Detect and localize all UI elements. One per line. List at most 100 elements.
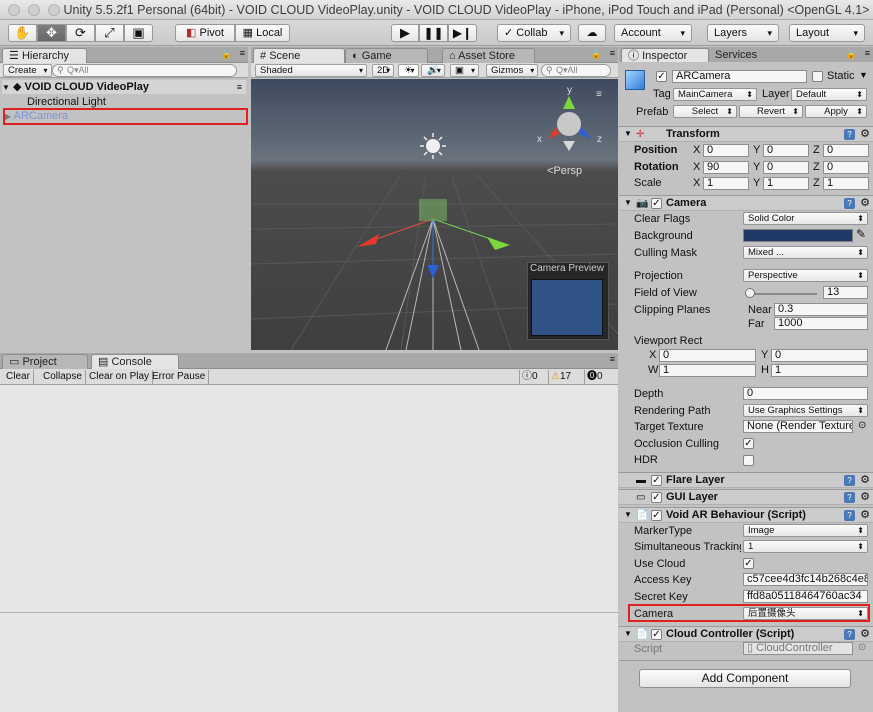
prefab-revert-button[interactable]: Revert [739,105,803,118]
tab-scene[interactable]: # Scene [253,48,345,64]
target-texture-field[interactable]: None (Render Texture [743,420,853,433]
eyedropper-icon[interactable]: ✎ [856,227,866,241]
position-y-input[interactable]: 0 [763,144,809,157]
rotation-y-input[interactable]: 0 [763,161,809,174]
hand-tool[interactable]: ✋ [8,24,37,42]
green-axis-cone[interactable] [487,237,510,250]
viewport-x-input[interactable]: 0 [659,349,756,362]
help-icon[interactable]: ? [844,475,855,486]
tab-project[interactable]: ▭ Project [2,354,88,369]
error-count-toggle[interactable]: ⓿0 [584,370,605,384]
flare-layer-header[interactable]: ▬ ✓ Flare Layer ? ⚙ [619,472,873,488]
culling-mask-dropdown[interactable]: Mixed ... [743,246,868,259]
gear-icon[interactable]: ⚙ [860,627,870,640]
fov-slider-thumb[interactable] [745,288,755,298]
scale-tool[interactable]: ⤢ [95,24,124,42]
camera-gizmo[interactable] [419,199,447,221]
static-dropdown-icon[interactable]: ▼ [859,70,868,80]
rendering-path-dropdown[interactable]: Use Graphics Settings [743,404,868,417]
gear-icon[interactable]: ⚙ [860,508,870,521]
lock-icon[interactable]: 🔒 [591,49,602,60]
audio-toggle[interactable]: 🔊 [421,64,445,77]
sun-gizmo-icon[interactable] [426,139,440,153]
help-icon[interactable]: ? [844,510,855,521]
effects-dropdown[interactable]: ▣ [450,64,479,77]
clear-on-play-button[interactable]: Clear on Play [86,370,154,384]
pivot-toggle[interactable]: ◧ Pivot [175,24,235,42]
warning-count-toggle[interactable]: ⚠17 [548,370,573,384]
gui-layer-header[interactable]: ▭ ✓ GUI Layer ? ⚙ [619,489,873,505]
gizmos-dropdown[interactable]: Gizmos [486,64,539,77]
panel-menu-icon[interactable]: ≡ [610,354,615,364]
rotate-tool[interactable]: ⟳ [66,24,95,42]
scene-search-input[interactable]: Q▾All [541,64,611,77]
use-cloud-checkbox[interactable]: ✓ [743,558,754,569]
tag-dropdown[interactable]: MainCamera [673,88,757,101]
camera-enabled-checkbox[interactable]: ✓ [651,198,662,209]
layer-dropdown[interactable]: Default [791,88,867,101]
shading-mode-dropdown[interactable]: Shaded [255,64,367,77]
flare-layer-checkbox[interactable]: ✓ [651,475,662,486]
camera-header[interactable]: ▼ 📷 ✓ Camera ? ⚙ [619,195,873,211]
gear-icon[interactable]: ⚙ [860,473,870,486]
fov-input[interactable]: 13 [823,286,868,299]
pause-button[interactable]: ❚❚ [419,24,448,42]
near-clip-input[interactable]: 0.3 [774,303,868,316]
scene-menu-icon[interactable]: ≡ [237,80,242,94]
info-count-toggle[interactable]: ⓘ0 [519,370,540,384]
add-component-button[interactable]: Add Component [639,669,851,688]
static-checkbox[interactable] [812,71,823,82]
2d-toggle[interactable]: 2D [372,64,395,77]
gear-icon[interactable]: ⚙ [860,490,870,503]
help-icon[interactable]: ? [844,198,855,209]
error-pause-button[interactable]: Error Pause [149,370,210,384]
panel-menu-icon[interactable]: ≡ [240,48,245,58]
secret-key-input[interactable]: ffd8a05118464760ac34 [743,590,868,603]
simultaneous-tracking-dropdown[interactable]: 1 [743,540,868,553]
local-toggle[interactable]: ▦ Local [235,24,290,42]
tab-console[interactable]: ▤ Console [91,354,179,370]
panel-menu-icon[interactable]: ≡ [610,48,615,58]
occlusion-culling-checkbox[interactable]: ✓ [743,438,754,449]
scale-x-input[interactable]: 1 [703,177,749,190]
console-log[interactable] [0,385,618,712]
transform-header[interactable]: ▼ ✛ Transform ? ⚙ [619,126,873,142]
position-z-input[interactable]: 0 [823,144,869,157]
background-color-swatch[interactable] [743,229,853,242]
scene-viewport[interactable]: y x z ≡ <Persp Camera Preview [251,79,618,350]
blue-axis-cone[interactable] [427,265,439,278]
clear-flags-dropdown[interactable]: Solid Color [743,212,868,225]
position-x-input[interactable]: 0 [703,144,749,157]
console-splitter[interactable] [0,612,618,613]
viewport-w-input[interactable]: 1 [659,364,756,377]
far-clip-input[interactable]: 1000 [774,317,868,330]
move-tool[interactable]: ✥ [37,24,66,42]
cloud-controller-enabled-checkbox[interactable]: ✓ [651,629,662,640]
layout-dropdown[interactable]: Layout [789,24,865,42]
hierarchy-search-input[interactable]: Q▾All [52,64,237,77]
lighting-toggle[interactable]: ☀ [398,64,419,77]
collapse-button[interactable]: Collapse [40,370,86,384]
projection-label[interactable]: <Persp [547,165,582,177]
cloud-button[interactable]: ☁ [578,24,606,42]
access-key-input[interactable]: c57cee4d3fc14b268c4e8 [743,573,868,586]
red-axis-cone[interactable] [357,234,379,247]
clear-button[interactable]: Clear [3,370,34,384]
viewport-h-input[interactable]: 1 [771,364,868,377]
lock-icon[interactable]: 🔒 [221,49,232,60]
layers-dropdown[interactable]: Layers [707,24,779,42]
scale-z-input[interactable]: 1 [823,177,869,190]
close-window-button[interactable] [8,4,20,16]
help-icon[interactable]: ? [844,129,855,140]
rotation-z-input[interactable]: 0 [823,161,869,174]
fov-slider-track[interactable] [745,293,817,295]
maximize-window-button[interactable] [48,4,60,16]
projection-dropdown[interactable]: Perspective [743,269,868,282]
collab-dropdown[interactable]: ✓ Collab [497,24,571,42]
object-name-input[interactable]: ARCamera [672,70,807,83]
object-picker-icon[interactable]: ⊙ [858,420,866,431]
gui-layer-checkbox[interactable]: ✓ [651,492,662,503]
tab-hierarchy[interactable]: ☰ Hierarchy [2,48,87,64]
tab-game[interactable]: ◐ Game [345,48,428,63]
orientation-gizmo[interactable] [548,96,591,151]
